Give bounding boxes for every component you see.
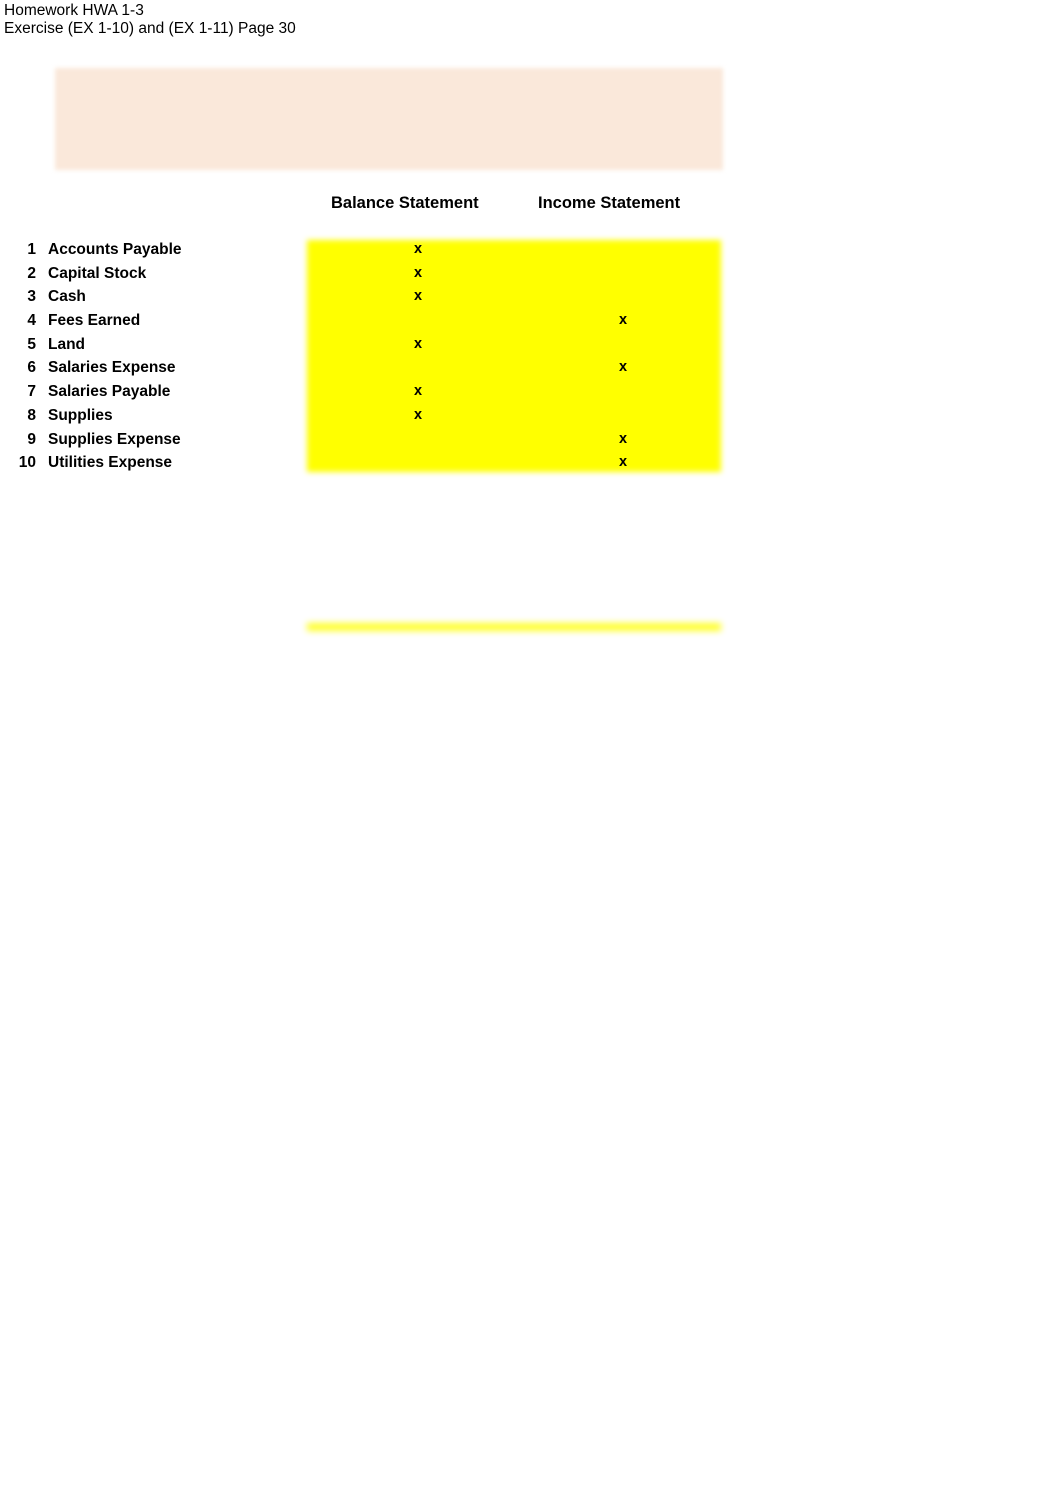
- row-account-label: Capital Stock: [48, 264, 147, 282]
- row-account-label: Land: [48, 335, 86, 353]
- table-column-headers: Balance Statement Income Statement: [0, 193, 760, 215]
- row-number: 4: [27, 312, 36, 330]
- balance-statement-mark[interactable]: x: [408, 263, 428, 284]
- row-account-label: Salaries Payable: [48, 383, 171, 401]
- row-number: 10: [18, 454, 36, 472]
- column-header-balance-statement: Balance Statement: [331, 194, 479, 212]
- balance-statement-mark[interactable]: x: [408, 381, 428, 402]
- row-number: 3: [27, 288, 36, 306]
- table-row: 8 Supplies x: [0, 405, 760, 429]
- row-number: 7: [27, 383, 36, 401]
- row-account-label: Fees Earned: [48, 312, 141, 330]
- row-account-label: Accounts Payable: [48, 241, 182, 258]
- balance-statement-mark[interactable]: x: [408, 286, 428, 307]
- table-row: 2 Capital Stock x: [0, 263, 760, 287]
- table-row: 4 Fees Earned x: [0, 310, 760, 334]
- row-number: 5: [27, 335, 36, 353]
- income-statement-mark[interactable]: x: [613, 452, 633, 473]
- row-account-label: Salaries Expense: [48, 359, 176, 377]
- income-statement-mark[interactable]: x: [613, 429, 633, 450]
- row-account-label: Supplies: [48, 406, 113, 424]
- table-row: 7 Salaries Payable x: [0, 381, 760, 405]
- classification-sheet: Balance Statement Income Statement 1 Acco…: [0, 0, 1062, 1506]
- row-account-label: Supplies Expense: [48, 430, 181, 448]
- balance-statement-mark[interactable]: x: [408, 405, 428, 426]
- row-number: 9: [27, 430, 36, 448]
- row-account-label: Cash: [48, 288, 86, 306]
- balance-statement-mark[interactable]: x: [408, 334, 428, 355]
- table-row: 3 Cash x: [0, 286, 760, 310]
- table-rows: 1 Accounts Payable x 2 Capital Stock x 3 Cash x 4…: [0, 239, 760, 476]
- table-row: 10 Utilities Expense x: [0, 452, 760, 476]
- row-number: 2: [27, 264, 36, 282]
- income-statement-mark[interactable]: x: [613, 357, 633, 378]
- row-number: 8: [27, 406, 36, 424]
- row-number: 6: [27, 359, 36, 377]
- table-row: 5 Land x: [0, 334, 760, 358]
- row-number: 1: [27, 241, 36, 258]
- income-statement-mark[interactable]: x: [613, 310, 633, 331]
- column-header-income-statement: Income Statement: [538, 194, 681, 212]
- table-row: 9 Supplies Expense x: [0, 429, 760, 453]
- row-account-label: Utilities Expense: [48, 454, 173, 472]
- table-row: 6 Salaries Expense x: [0, 357, 760, 381]
- table-row: 1 Accounts Payable x: [0, 239, 760, 263]
- balance-statement-mark[interactable]: x: [408, 239, 428, 260]
